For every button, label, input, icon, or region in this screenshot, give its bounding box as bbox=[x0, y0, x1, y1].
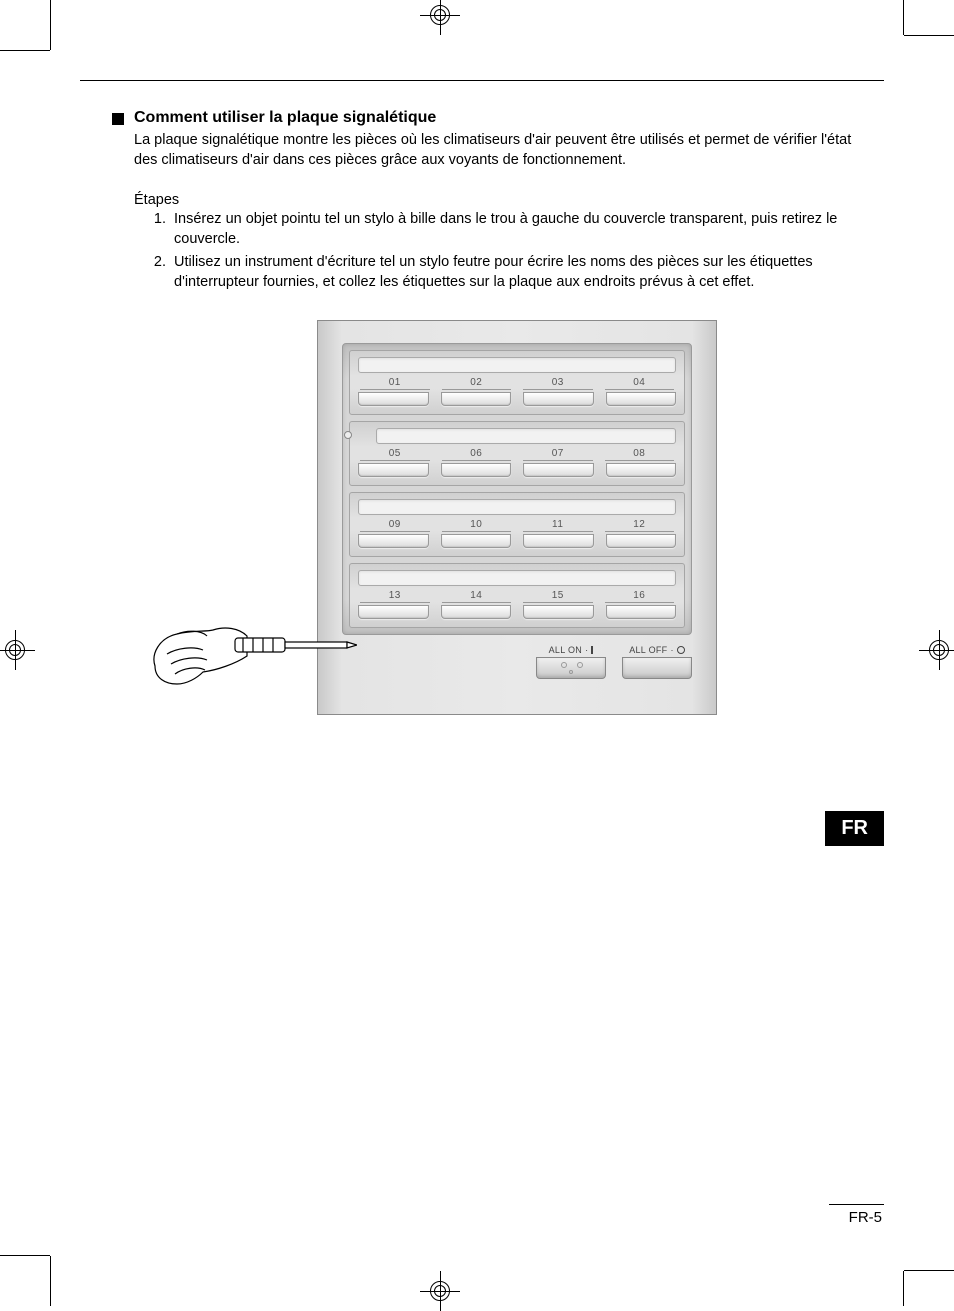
switch-number: 05 bbox=[360, 448, 430, 461]
switch-number: 09 bbox=[360, 519, 430, 532]
crop-mark bbox=[903, 0, 904, 35]
all-off-button bbox=[622, 657, 692, 679]
switch-number: 01 bbox=[360, 377, 430, 390]
all-on-control: ALL ON· bbox=[536, 645, 606, 679]
label-strip bbox=[358, 357, 676, 373]
switch-button bbox=[523, 534, 594, 548]
switch-button bbox=[606, 392, 677, 406]
section-heading: Comment utiliser la plaque signalétique bbox=[134, 109, 436, 127]
switch-button bbox=[606, 534, 677, 548]
crop-mark bbox=[50, 1256, 51, 1306]
label-strip bbox=[376, 428, 676, 444]
crop-mark bbox=[50, 0, 51, 50]
switch-number: 10 bbox=[442, 519, 512, 532]
step-item: Insérez un objet pointu tel un stylo à b… bbox=[170, 210, 874, 249]
crop-mark bbox=[904, 1270, 954, 1271]
all-on-label: ALL ON bbox=[549, 645, 582, 655]
steps-label: Étapes bbox=[80, 192, 884, 208]
label-strip bbox=[358, 499, 676, 515]
registration-mark bbox=[919, 630, 954, 670]
switch-panel: 01 02 03 04 bbox=[342, 343, 692, 635]
switch-group: 05 06 07 08 bbox=[349, 421, 685, 486]
language-tab: FR bbox=[825, 811, 884, 846]
switch-button bbox=[441, 392, 512, 406]
switch-group: 01 02 03 04 bbox=[349, 350, 685, 415]
switch-group: 13 14 15 16 bbox=[349, 563, 685, 628]
switch-number: 04 bbox=[605, 377, 675, 390]
registration-mark bbox=[420, 1271, 460, 1311]
switch-number: 15 bbox=[523, 590, 593, 603]
crop-mark bbox=[0, 1255, 50, 1256]
page-number: FR-5 bbox=[829, 1204, 884, 1226]
switch-number: 07 bbox=[523, 448, 593, 461]
switch-number: 03 bbox=[523, 377, 593, 390]
all-on-button bbox=[536, 657, 606, 679]
power-off-icon bbox=[677, 646, 685, 654]
crop-mark bbox=[0, 50, 50, 51]
nameplate-device-illustration: 01 02 03 04 bbox=[317, 320, 717, 715]
bullet-square-icon bbox=[112, 113, 124, 125]
switch-button bbox=[358, 463, 429, 477]
switch-number: 08 bbox=[605, 448, 675, 461]
step-item: Utilisez un instrument d'écriture tel un… bbox=[170, 253, 874, 292]
switch-button bbox=[358, 605, 429, 619]
hand-screwdriver-icon bbox=[147, 608, 357, 698]
switch-number: 06 bbox=[442, 448, 512, 461]
switch-number: 02 bbox=[442, 377, 512, 390]
switch-number: 12 bbox=[605, 519, 675, 532]
intro-paragraph: La plaque signalétique montre les pièces… bbox=[80, 131, 884, 170]
crop-mark bbox=[903, 1271, 904, 1306]
power-on-icon bbox=[591, 646, 593, 654]
switch-button bbox=[523, 605, 594, 619]
switch-button bbox=[606, 463, 677, 477]
switch-number: 14 bbox=[442, 590, 512, 603]
crop-mark bbox=[904, 35, 954, 36]
switch-button bbox=[606, 605, 677, 619]
switch-button bbox=[523, 392, 594, 406]
switch-button bbox=[358, 392, 429, 406]
switch-button bbox=[441, 534, 512, 548]
switch-button bbox=[523, 463, 594, 477]
all-off-control: ALL OFF· bbox=[622, 645, 692, 679]
switch-number: 16 bbox=[605, 590, 675, 603]
switch-button bbox=[441, 605, 512, 619]
switch-number: 11 bbox=[523, 519, 593, 532]
switch-button bbox=[358, 534, 429, 548]
switch-button bbox=[441, 463, 512, 477]
switch-number: 13 bbox=[360, 590, 430, 603]
registration-mark bbox=[420, 0, 460, 35]
label-strip bbox=[358, 570, 676, 586]
registration-mark bbox=[0, 630, 35, 670]
indicator-dot-icon bbox=[344, 431, 352, 439]
switch-group: 09 10 11 12 bbox=[349, 492, 685, 557]
steps-list: Insérez un objet pointu tel un stylo à b… bbox=[80, 210, 884, 292]
all-off-label: ALL OFF bbox=[629, 645, 667, 655]
